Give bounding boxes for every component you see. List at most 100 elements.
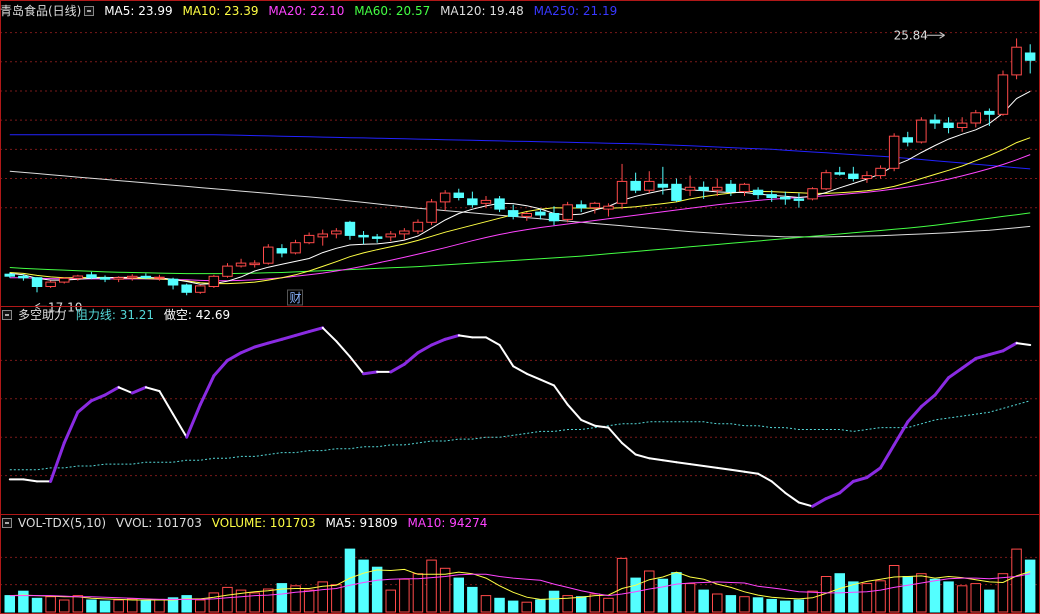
candle-up[interactable] [195,285,206,293]
candle-up[interactable] [820,172,832,190]
volume-bar[interactable] [644,570,655,613]
candle-down[interactable] [467,198,478,206]
candle-up[interactable] [263,246,274,264]
volume-bar[interactable] [875,580,886,613]
candle-up[interactable] [616,180,628,204]
candle-down[interactable] [766,194,777,199]
volume-bar[interactable] [888,565,900,613]
volume-bar[interactable] [916,573,927,613]
volume-bar[interactable] [45,596,56,613]
volume-bar[interactable] [766,598,777,613]
candle-up[interactable] [72,275,84,279]
volume-bar[interactable] [140,600,152,613]
candle-down[interactable] [140,275,152,279]
candle-down[interactable] [752,189,764,196]
volume-bar[interactable] [4,595,15,613]
volume-bar[interactable] [507,600,519,613]
volume-bar[interactable] [86,599,97,613]
candle-up[interactable] [426,201,437,223]
volume-bar[interactable] [943,581,954,613]
volume-bar[interactable] [426,559,437,613]
volume-bar[interactable] [548,590,560,613]
volume-bar[interactable] [630,577,641,613]
candle-down[interactable] [4,273,15,277]
volume-bar[interactable] [59,599,70,613]
volume-bar[interactable] [793,599,805,613]
candle-up[interactable] [331,230,342,235]
volume-bar[interactable] [956,585,968,613]
volume-bar[interactable] [113,599,124,613]
volume-bar[interactable] [99,600,111,613]
candle-down[interactable] [371,236,383,239]
candle-down[interactable] [780,197,791,200]
volume-bar[interactable] [929,578,941,613]
candle-down[interactable] [494,198,505,210]
candle-down[interactable] [276,248,288,254]
candle-up[interactable] [249,262,260,266]
candle-up[interactable] [888,135,900,169]
candle-up[interactable] [113,277,124,280]
volume-bar[interactable] [344,548,356,613]
candle-down[interactable] [31,277,43,288]
candle-down[interactable] [943,122,954,128]
candle-down[interactable] [671,183,682,201]
volume-bar[interactable] [412,573,424,613]
candle-down[interactable] [834,172,845,175]
candle-down[interactable] [725,183,737,193]
candle-up[interactable] [684,186,696,191]
volume-bar[interactable] [263,588,274,613]
volume-bar[interactable] [303,589,315,613]
candle-up[interactable] [712,186,723,191]
candle-up[interactable] [222,265,233,277]
volume-bar[interactable] [222,586,233,613]
candle-down[interactable] [793,198,805,201]
candle-up[interactable] [154,276,165,279]
volume-bar[interactable] [589,593,601,613]
candle-up[interactable] [861,175,873,180]
candle-down[interactable] [181,284,192,293]
volume-bar[interactable] [181,595,192,613]
candle-up[interactable] [399,230,410,235]
settings-icon[interactable] [2,518,12,528]
volume-bar[interactable] [984,589,995,613]
volume-bar[interactable] [780,600,791,613]
volume-bar[interactable] [725,595,737,613]
volume-bar[interactable] [494,597,505,613]
candle-up[interactable] [290,242,301,254]
candle-up[interactable] [303,234,315,244]
candle-down[interactable] [548,213,560,222]
candle-down[interactable] [1024,52,1036,61]
candle-up[interactable] [997,74,1009,115]
candle-down[interactable] [86,274,97,279]
candle-up[interactable] [956,122,968,128]
candle-up[interactable] [412,221,424,232]
candle-up[interactable] [439,192,451,203]
volume-bar[interactable] [371,566,383,613]
candle-down[interactable] [576,204,587,209]
volume-bar[interactable] [439,567,451,613]
volume-bar[interactable] [290,585,301,613]
candle-up[interactable] [644,180,655,191]
volume-bar[interactable] [521,601,532,613]
candle-down[interactable] [99,277,111,280]
candle-down[interactable] [657,183,669,188]
candle-down[interactable] [535,211,546,216]
candle-down[interactable] [630,180,641,191]
volume-bar[interactable] [467,586,478,613]
volume-bar[interactable] [616,557,628,613]
volume-bar[interactable] [480,595,492,613]
volume-bar[interactable] [848,581,859,613]
volume-bar[interactable] [127,598,138,613]
volume-bar[interactable] [739,596,750,613]
candle-up[interactable] [562,204,573,220]
volume-bar[interactable] [752,597,764,613]
volume-bar[interactable] [997,573,1009,613]
candle-up[interactable] [45,281,56,288]
candle-down[interactable] [848,173,859,180]
volume-bar[interactable] [902,576,913,613]
candle-down[interactable] [929,119,941,124]
candle-down[interactable] [902,137,913,143]
volume-bar[interactable] [712,593,723,613]
volume-bar[interactable] [358,559,369,613]
candle-down[interactable] [698,186,709,191]
